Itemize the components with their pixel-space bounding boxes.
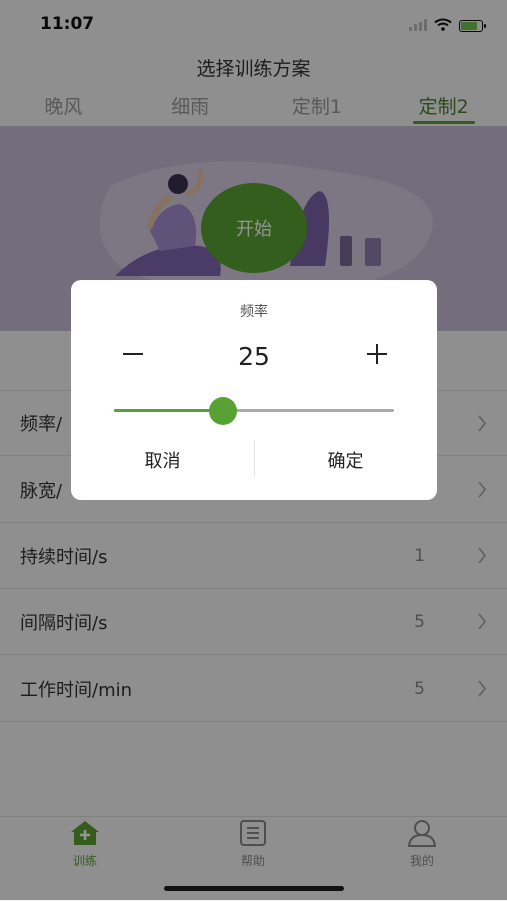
slider-fill (114, 409, 224, 412)
cancel-button[interactable]: 取消 (71, 440, 254, 484)
slider-thumb[interactable] (209, 397, 238, 425)
increment-button[interactable] (363, 340, 391, 368)
frequency-dialog: 频率 25 取消 确定 (71, 280, 437, 500)
confirm-button[interactable]: 确定 (254, 440, 437, 484)
home-indicator (164, 886, 344, 891)
plus-icon (367, 344, 387, 364)
dialog-title: 频率 (240, 304, 268, 320)
frequency-slider[interactable] (114, 397, 394, 425)
